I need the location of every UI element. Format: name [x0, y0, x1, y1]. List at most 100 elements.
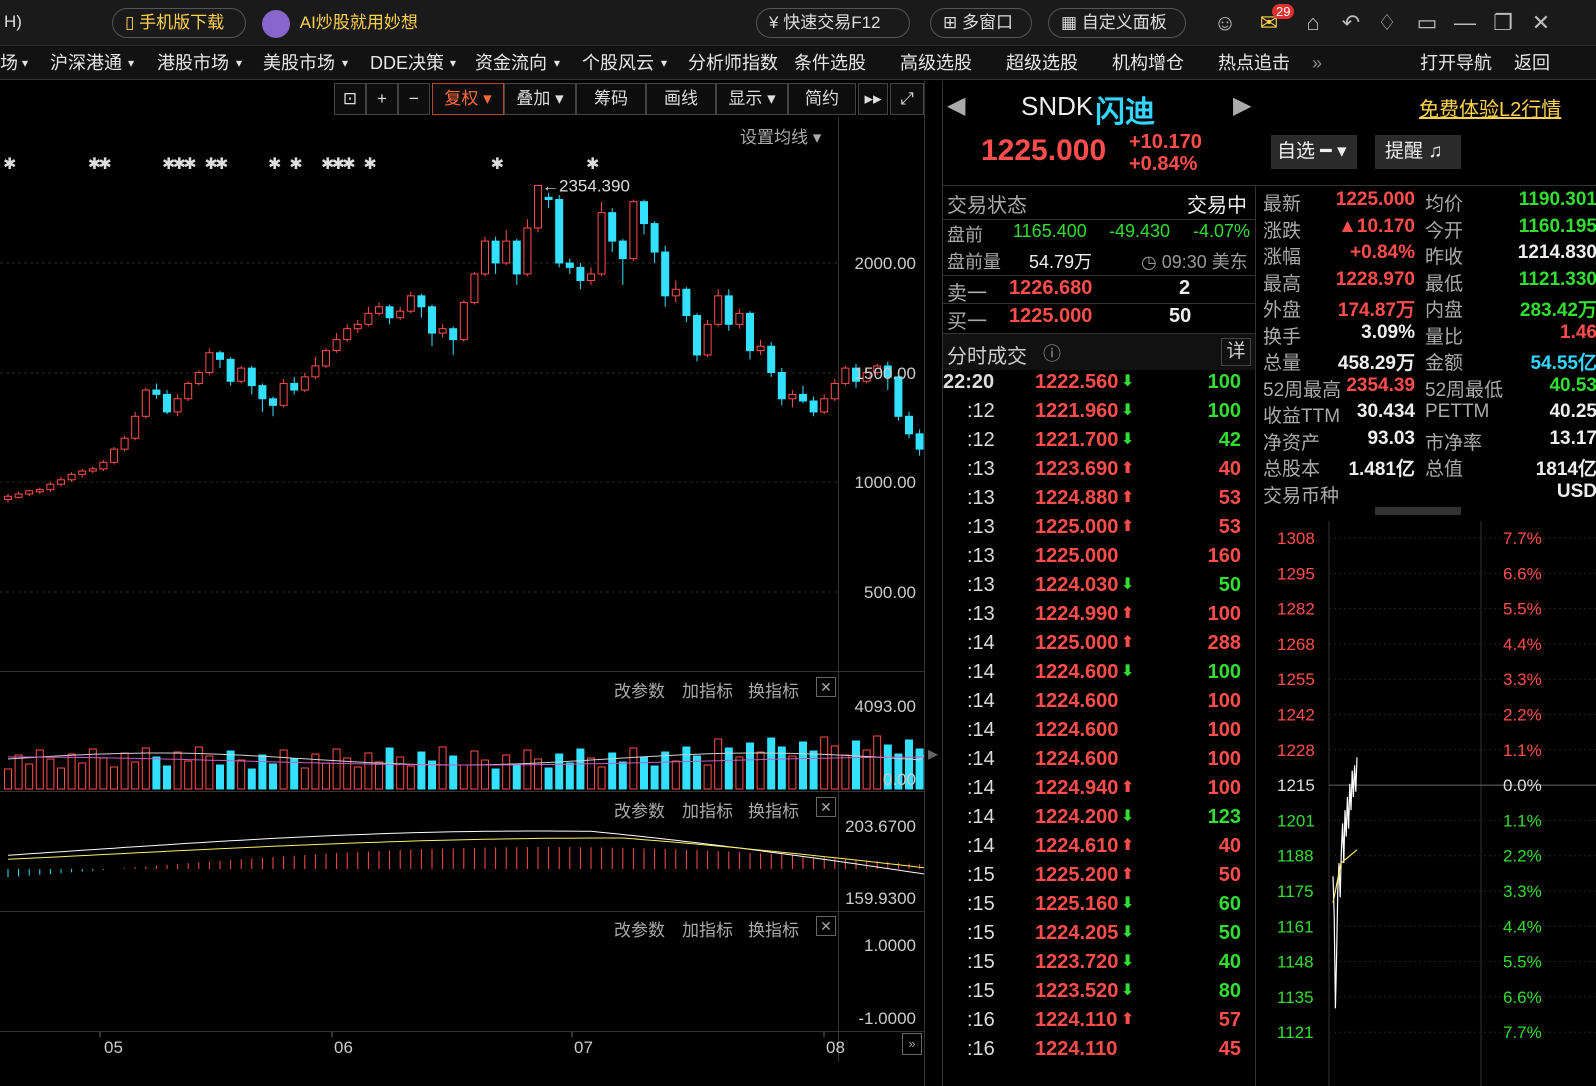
- ai-stock-link[interactable]: AI炒股就用妙想: [262, 8, 418, 38]
- menu-item-open-nav[interactable]: 打开导航: [1420, 46, 1492, 80]
- menu-item-fund-flow[interactable]: 资金流向: [475, 46, 547, 80]
- tick-volume: 40: [1218, 835, 1241, 857]
- quick-trade-button[interactable]: ¥ 快速交易F12: [756, 8, 910, 38]
- vol-add-link[interactable]: 加指标: [682, 677, 733, 702]
- multi-window-button[interactable]: ⊞ 多窗口: [930, 8, 1032, 38]
- menu-item-analyst[interactable]: 分析师指数: [688, 46, 778, 80]
- candle-body: [300, 376, 309, 391]
- macd-params-link[interactable]: 改参数: [614, 797, 665, 822]
- candle-body: [110, 448, 118, 463]
- trade-status-label: 交易状态: [947, 195, 1027, 217]
- close-icon[interactable]: ✕: [816, 916, 836, 936]
- arrow-up-icon: ⬆: [1121, 866, 1135, 883]
- stat-label: 总值: [1425, 459, 1464, 480]
- stat-label: 内盘: [1425, 300, 1464, 321]
- back-icon[interactable]: ↶: [1338, 10, 1364, 36]
- stat-label: PETTM: [1425, 401, 1490, 422]
- menu-item-institution[interactable]: 机构增仓: [1112, 46, 1184, 80]
- menu-item-hotspot[interactable]: 热点追击: [1218, 46, 1290, 80]
- stat-label: 均价: [1425, 194, 1464, 215]
- collapse-handle[interactable]: [1375, 507, 1461, 515]
- detail-button[interactable]: 详: [1221, 338, 1251, 366]
- custom-panel-button[interactable]: ▦ 自定义面板: [1048, 8, 1186, 38]
- x-axis-label: 05: [104, 1038, 123, 1057]
- watchlist-button[interactable]: 自选 ━ ▾: [1271, 135, 1357, 169]
- prev-stock-icon[interactable]: ◀: [947, 91, 965, 120]
- close-icon[interactable]: ✕: [816, 677, 836, 697]
- ind-swap-link[interactable]: 换指标: [748, 916, 799, 941]
- arrow-up-icon: ⬆: [1121, 837, 1135, 854]
- volume-bar: [417, 751, 426, 790]
- intraday-pct-label: 4.4%: [1503, 917, 1542, 936]
- tick-price: 1224.200: [1035, 806, 1119, 828]
- volume-bar: [322, 762, 330, 790]
- volume-bar: [4, 768, 12, 790]
- candle-body: [438, 328, 447, 334]
- premarket-price: 1165.400: [1013, 221, 1087, 241]
- window-icon[interactable]: ▭: [1414, 10, 1440, 36]
- maximize-icon[interactable]: ❐: [1490, 10, 1516, 36]
- home-icon[interactable]: ⌂: [1300, 10, 1326, 36]
- ticks-title: 分时成交: [947, 346, 1027, 368]
- volume-bar: [141, 747, 150, 790]
- minimize-icon[interactable]: —: [1452, 10, 1478, 36]
- macd-add-link[interactable]: 加指标: [682, 797, 733, 822]
- event-marker-icon: ✱: [586, 156, 599, 173]
- volume-bar: [290, 758, 299, 790]
- alert-button[interactable]: 提醒 ♫: [1375, 135, 1461, 169]
- macd-swap-link[interactable]: 换指标: [748, 797, 799, 822]
- ind-add-link[interactable]: 加指标: [682, 916, 733, 941]
- intraday-pct-label: 3.3%: [1503, 670, 1542, 689]
- volume-bar: [269, 763, 277, 790]
- tick-volume: 100: [1207, 777, 1241, 799]
- menu-item-hk-connect[interactable]: 沪深港通: [50, 46, 122, 80]
- tick-volume: 123: [1207, 806, 1241, 828]
- info-icon[interactable]: ⓘ: [1043, 340, 1061, 366]
- user-icon[interactable]: ☺: [1212, 10, 1238, 36]
- tick-row: :14 1224.610 ⬆ 40: [943, 835, 1255, 864]
- intraday-price-label: 1255: [1277, 670, 1315, 689]
- tick-price: 1225.160: [1035, 893, 1119, 915]
- menu-item-dde[interactable]: DDE决策: [370, 46, 444, 80]
- volume-bar: [25, 763, 34, 790]
- next-stock-icon[interactable]: ▶: [1233, 91, 1251, 120]
- candle-body: [534, 184, 542, 229]
- candle-body: [756, 345, 765, 352]
- l2-trial-link[interactable]: 免费体验L2行情: [1419, 93, 1561, 122]
- vol-params-link[interactable]: 改参数: [614, 677, 665, 702]
- tick-volume: 50: [1218, 922, 1241, 944]
- menu-item-back[interactable]: 返回: [1514, 46, 1550, 80]
- tick-volume: 50: [1218, 574, 1241, 596]
- menu-item-us-market[interactable]: 美股市场: [263, 46, 335, 80]
- expand-icon[interactable]: »: [902, 1033, 922, 1055]
- menu-item-condition[interactable]: 条件选股: [794, 46, 866, 80]
- close-icon[interactable]: ✕: [816, 797, 836, 817]
- tick-price: 1224.990: [1035, 603, 1119, 625]
- vol-max-label: 4093.00: [854, 697, 916, 716]
- mobile-download-button[interactable]: ▯ 手机版下载: [112, 8, 246, 38]
- tick-price: 1223.520: [1035, 980, 1119, 1002]
- menu-item-market[interactable]: 场: [0, 46, 18, 80]
- menu-item-super[interactable]: 超级选股: [1006, 46, 1078, 80]
- candle-body: [470, 273, 479, 303]
- menu-item-hk-market[interactable]: 港股市场: [157, 46, 229, 80]
- tick-time: :14: [967, 806, 995, 828]
- volume-bar: [502, 754, 511, 790]
- ind-params-link[interactable]: 改参数: [614, 916, 665, 941]
- menu-item-advanced[interactable]: 高级选股: [900, 46, 972, 80]
- volume-bar: [597, 766, 606, 790]
- stat-label: 外盘: [1263, 300, 1302, 321]
- volume-bar: [671, 760, 680, 790]
- menu-item-stock-news[interactable]: 个股风云: [582, 46, 654, 80]
- candle-body: [523, 227, 532, 275]
- panel-divider: [924, 81, 925, 1086]
- close-icon[interactable]: ✕: [1528, 10, 1554, 36]
- stat-value: 1814亿: [1535, 459, 1596, 480]
- candle-body: [163, 393, 171, 413]
- collapse-handle-icon[interactable]: ▸: [928, 741, 938, 766]
- tick-volume: 100: [1207, 690, 1241, 712]
- vol-swap-link[interactable]: 换指标: [748, 677, 799, 702]
- more-icon[interactable]: »: [1312, 46, 1322, 80]
- shirt-icon[interactable]: ♢: [1374, 10, 1400, 36]
- grid-icon: ⊞: [943, 13, 958, 32]
